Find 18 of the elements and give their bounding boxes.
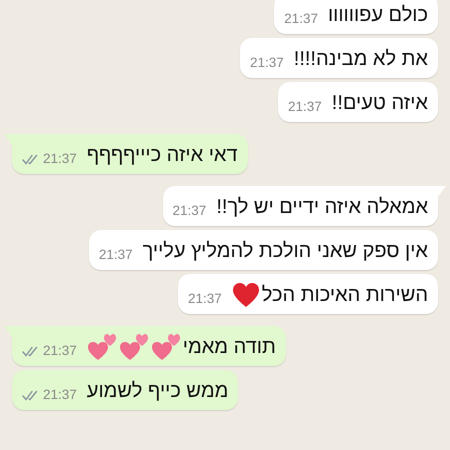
message-text: דאי איזה כיייףףףף bbox=[86, 143, 238, 168]
message-time: 21:37 bbox=[172, 203, 206, 219]
message-text: איזה טעים!! bbox=[332, 91, 428, 116]
message-text: אמאלה איזה ידיים יש לך!! bbox=[216, 195, 428, 220]
message-time: 21:37 bbox=[98, 247, 133, 263]
message-time: 21:37 bbox=[188, 291, 222, 307]
message-time: 21:37 bbox=[284, 11, 318, 27]
message-text: תודה מאמי bbox=[182, 335, 276, 360]
message-time: 21:37 bbox=[43, 151, 77, 167]
message-text: אין ספק שאני הולכת להמליץ עלייך bbox=[142, 239, 428, 264]
message-text: כולם עפוווווו bbox=[328, 3, 428, 28]
message-text: את לא מבינה!!!! bbox=[294, 47, 428, 72]
message-text: השירות האיכות הכל bbox=[262, 283, 428, 308]
message-time: 21:37 bbox=[43, 343, 77, 359]
message-time: 21:37 bbox=[288, 99, 322, 115]
message-time: 21:37 bbox=[43, 387, 77, 403]
message-time: 21:37 bbox=[250, 55, 284, 71]
message-text: ממש כייף לשמוע bbox=[86, 379, 228, 404]
